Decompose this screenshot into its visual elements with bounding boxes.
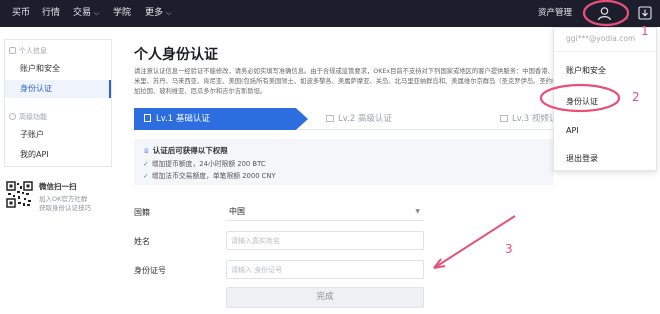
annotation-circle-identity-menu <box>539 83 621 113</box>
annotation-circle-user-icon <box>582 0 630 27</box>
annotation-number-3: 3 <box>505 242 513 256</box>
annotation-number-2: 2 <box>632 90 640 104</box>
annotation-arrow-line <box>433 215 516 269</box>
annotation-number-1: 1 <box>641 24 649 38</box>
annotation-overlay <box>433 0 630 269</box>
